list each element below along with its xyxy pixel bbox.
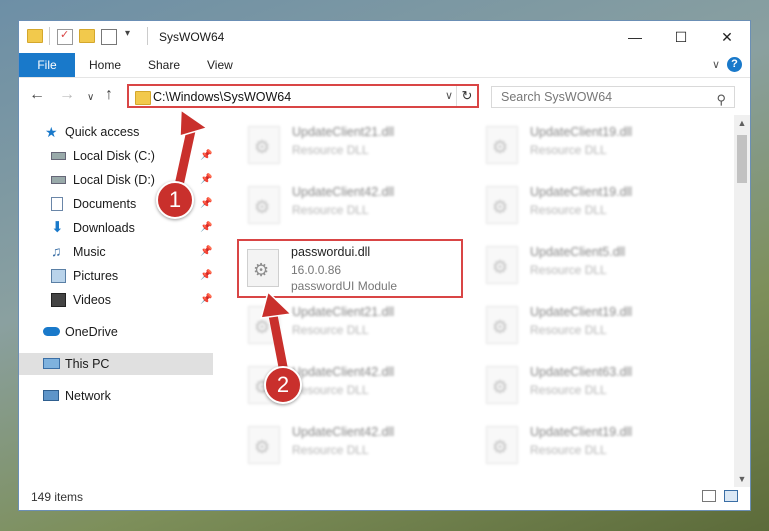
callout-step-1: 1 — [156, 181, 194, 219]
callout-step-2: 2 — [264, 366, 302, 404]
annotation-arrows — [173, 108, 293, 377]
